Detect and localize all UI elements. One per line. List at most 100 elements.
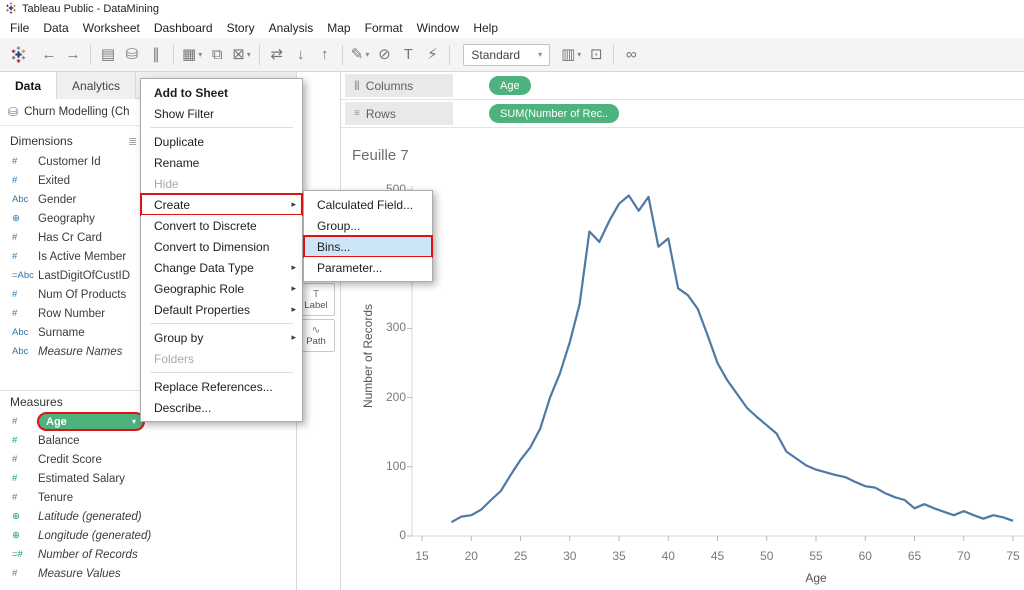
menubar-item-analysis[interactable]: Analysis xyxy=(262,18,321,38)
menubar-item-story[interactable]: Story xyxy=(220,18,262,38)
menu-item-rename[interactable]: Rename xyxy=(141,152,302,173)
measure-field-longitude-generated[interactable]: ⊕Longitude (generated) xyxy=(0,526,296,545)
highlight-icon: ✎ xyxy=(351,47,364,62)
field-label: Is Active Member xyxy=(38,251,126,263)
menu-item-geographic-role[interactable]: Geographic Role▸ xyxy=(141,278,302,299)
highlight-button[interactable]: ✎▾ xyxy=(348,42,373,68)
menu-item-describe[interactable]: Describe... xyxy=(141,397,302,418)
menu-separator xyxy=(150,127,293,128)
undo-button[interactable]: ← xyxy=(37,42,61,68)
new-worksheet-icon: ▦ xyxy=(182,47,196,62)
measure-field-balance[interactable]: #Balance xyxy=(0,431,296,450)
submenu-item-parameter[interactable]: Parameter... xyxy=(304,257,432,278)
measure-field-estimated-salary[interactable]: #Estimated Salary xyxy=(0,469,296,488)
group-members-button[interactable]: ⊘ xyxy=(372,42,396,68)
measure-field-number-of-records[interactable]: =#Number of Records xyxy=(0,545,296,564)
field-label: LastDigitOfCustID xyxy=(38,270,130,282)
field-label: Estimated Salary xyxy=(38,473,125,485)
tableau-toolbar-logo-button[interactable] xyxy=(10,46,27,63)
columns-shelf-body[interactable]: Age xyxy=(453,76,1024,95)
new-worksheet-button[interactable]: ▦▾ xyxy=(179,42,205,68)
sort-descending-button[interactable]: ↑ xyxy=(313,42,337,68)
submenu-item-bins[interactable]: Bins... xyxy=(304,236,432,257)
columns-shelf: ||| Columns Age xyxy=(341,72,1024,100)
pause-auto-updates-button[interactable]: ∥ xyxy=(144,42,168,68)
rows-icon: ≡ xyxy=(354,108,359,119)
new-data-source-button[interactable]: ⛁ xyxy=(120,42,144,68)
measure-field-credit-score[interactable]: #Credit Score xyxy=(0,450,296,469)
line-chart[interactable] xyxy=(404,140,1024,560)
menubar-item-worksheet[interactable]: Worksheet xyxy=(76,18,147,38)
menubar-item-window[interactable]: Window xyxy=(410,18,467,38)
submenu-item-calculated-field[interactable]: Calculated Field... xyxy=(304,194,432,215)
sort-ascending-button[interactable]: ↓ xyxy=(289,42,313,68)
menu-item-change-data-type[interactable]: Change Data Type▸ xyxy=(141,257,302,278)
selected-field-pill[interactable]: Age▾ xyxy=(38,413,144,430)
rows-pill-sum-number-of-rec[interactable]: SUM(Number of Rec.. xyxy=(489,104,619,123)
field-label: Exited xyxy=(38,175,70,187)
field-label: Geography xyxy=(38,213,95,225)
window-title: Tableau Public - DataMining xyxy=(22,3,159,15)
share-button[interactable]: ∞ xyxy=(619,42,643,68)
fix-axes-button[interactable]: ⚡ xyxy=(420,42,444,68)
duplicate-sheet-button[interactable]: ⧉ xyxy=(205,42,229,68)
titlebar: Tableau Public - DataMining xyxy=(0,0,1024,18)
chevron-down-icon: ▾ xyxy=(132,417,136,426)
label-icon: T xyxy=(313,289,319,300)
fit-selector-value: Standard xyxy=(471,48,520,62)
clear-sheet-button[interactable]: ⊠▾ xyxy=(229,42,254,68)
menu-item-label: Hide xyxy=(154,177,179,191)
sheet-title[interactable]: Feuille 7 xyxy=(352,147,409,164)
presentation-mode-button[interactable]: ⊡ xyxy=(584,42,608,68)
field-label: Number of Records xyxy=(38,549,138,561)
menu-item-show-filter[interactable]: Show Filter xyxy=(141,103,302,124)
mark-labels-button[interactable]: T xyxy=(396,42,420,68)
menu-item-default-properties[interactable]: Default Properties▸ xyxy=(141,299,302,320)
tab-analytics[interactable]: Analytics xyxy=(57,72,136,99)
rows-shelf-body[interactable]: SUM(Number of Rec.. xyxy=(453,104,1024,123)
menu-item-convert-to-dimension[interactable]: Convert to Dimension xyxy=(141,236,302,257)
show-hide-cards-button[interactable]: ▥▾ xyxy=(558,42,584,68)
submenu-item-group[interactable]: Group... xyxy=(304,215,432,236)
measure-field-measure-values[interactable]: #Measure Values xyxy=(0,564,296,583)
globe-icon: ⊕ xyxy=(12,530,38,541)
menubar-item-data[interactable]: Data xyxy=(36,18,75,38)
tab-data[interactable]: Data xyxy=(0,72,57,99)
menubar-item-format[interactable]: Format xyxy=(358,18,410,38)
columns-shelf-text: Columns xyxy=(366,79,413,93)
menubar-item-file[interactable]: File xyxy=(3,18,36,38)
menu-item-folders[interactable]: Folders xyxy=(141,348,302,369)
save-button[interactable]: ▤ xyxy=(96,42,120,68)
create-submenu: Calculated Field...Group...Bins...Parame… xyxy=(303,190,433,282)
menu-item-hide[interactable]: Hide xyxy=(141,173,302,194)
swap-rows-columns-button[interactable]: ⇄ xyxy=(265,42,289,68)
menubar-item-help[interactable]: Help xyxy=(466,18,505,38)
menu-item-group-by[interactable]: Group by▸ xyxy=(141,327,302,348)
mark-button-label: Label xyxy=(304,300,327,311)
menu-item-create[interactable]: Create▸ xyxy=(141,194,302,215)
menubar: FileDataWorksheetDashboardStoryAnalysisM… xyxy=(0,18,1024,38)
marks-panel-divider xyxy=(340,72,341,590)
measures-header-label: Measures xyxy=(10,395,63,409)
menu-item-label: Change Data Type xyxy=(154,261,254,275)
datasource-label: Churn Modelling (Ch xyxy=(24,106,129,118)
line-series[interactable] xyxy=(452,196,1014,523)
globe-icon: ⊕ xyxy=(12,213,38,224)
measure-field-latitude-generated[interactable]: ⊕Latitude (generated) xyxy=(0,507,296,526)
y-axis-label: Number of Records xyxy=(361,286,375,426)
y-tick-label: 0 xyxy=(368,528,406,542)
view-options-icon[interactable]: ≣ xyxy=(128,135,137,148)
menu-item-duplicate[interactable]: Duplicate xyxy=(141,131,302,152)
menu-item-replace-references[interactable]: Replace References... xyxy=(141,376,302,397)
number-icon: # xyxy=(12,416,38,427)
fit-selector[interactable]: Standard ▾ xyxy=(463,44,550,66)
redo-button[interactable]: → xyxy=(61,42,85,68)
submenu-arrow-icon: ▸ xyxy=(291,199,296,210)
measure-field-tenure[interactable]: #Tenure xyxy=(0,488,296,507)
field-context-menu: Add to SheetShow Filter DuplicateRename Hi… xyxy=(140,78,303,422)
columns-pill-age[interactable]: Age xyxy=(489,76,531,95)
menubar-item-dashboard[interactable]: Dashboard xyxy=(147,18,220,38)
menu-item-convert-to-discrete[interactable]: Convert to Discrete xyxy=(141,215,302,236)
menubar-item-map[interactable]: Map xyxy=(320,18,357,38)
menu-item-add-to-sheet[interactable]: Add to Sheet xyxy=(141,82,302,103)
